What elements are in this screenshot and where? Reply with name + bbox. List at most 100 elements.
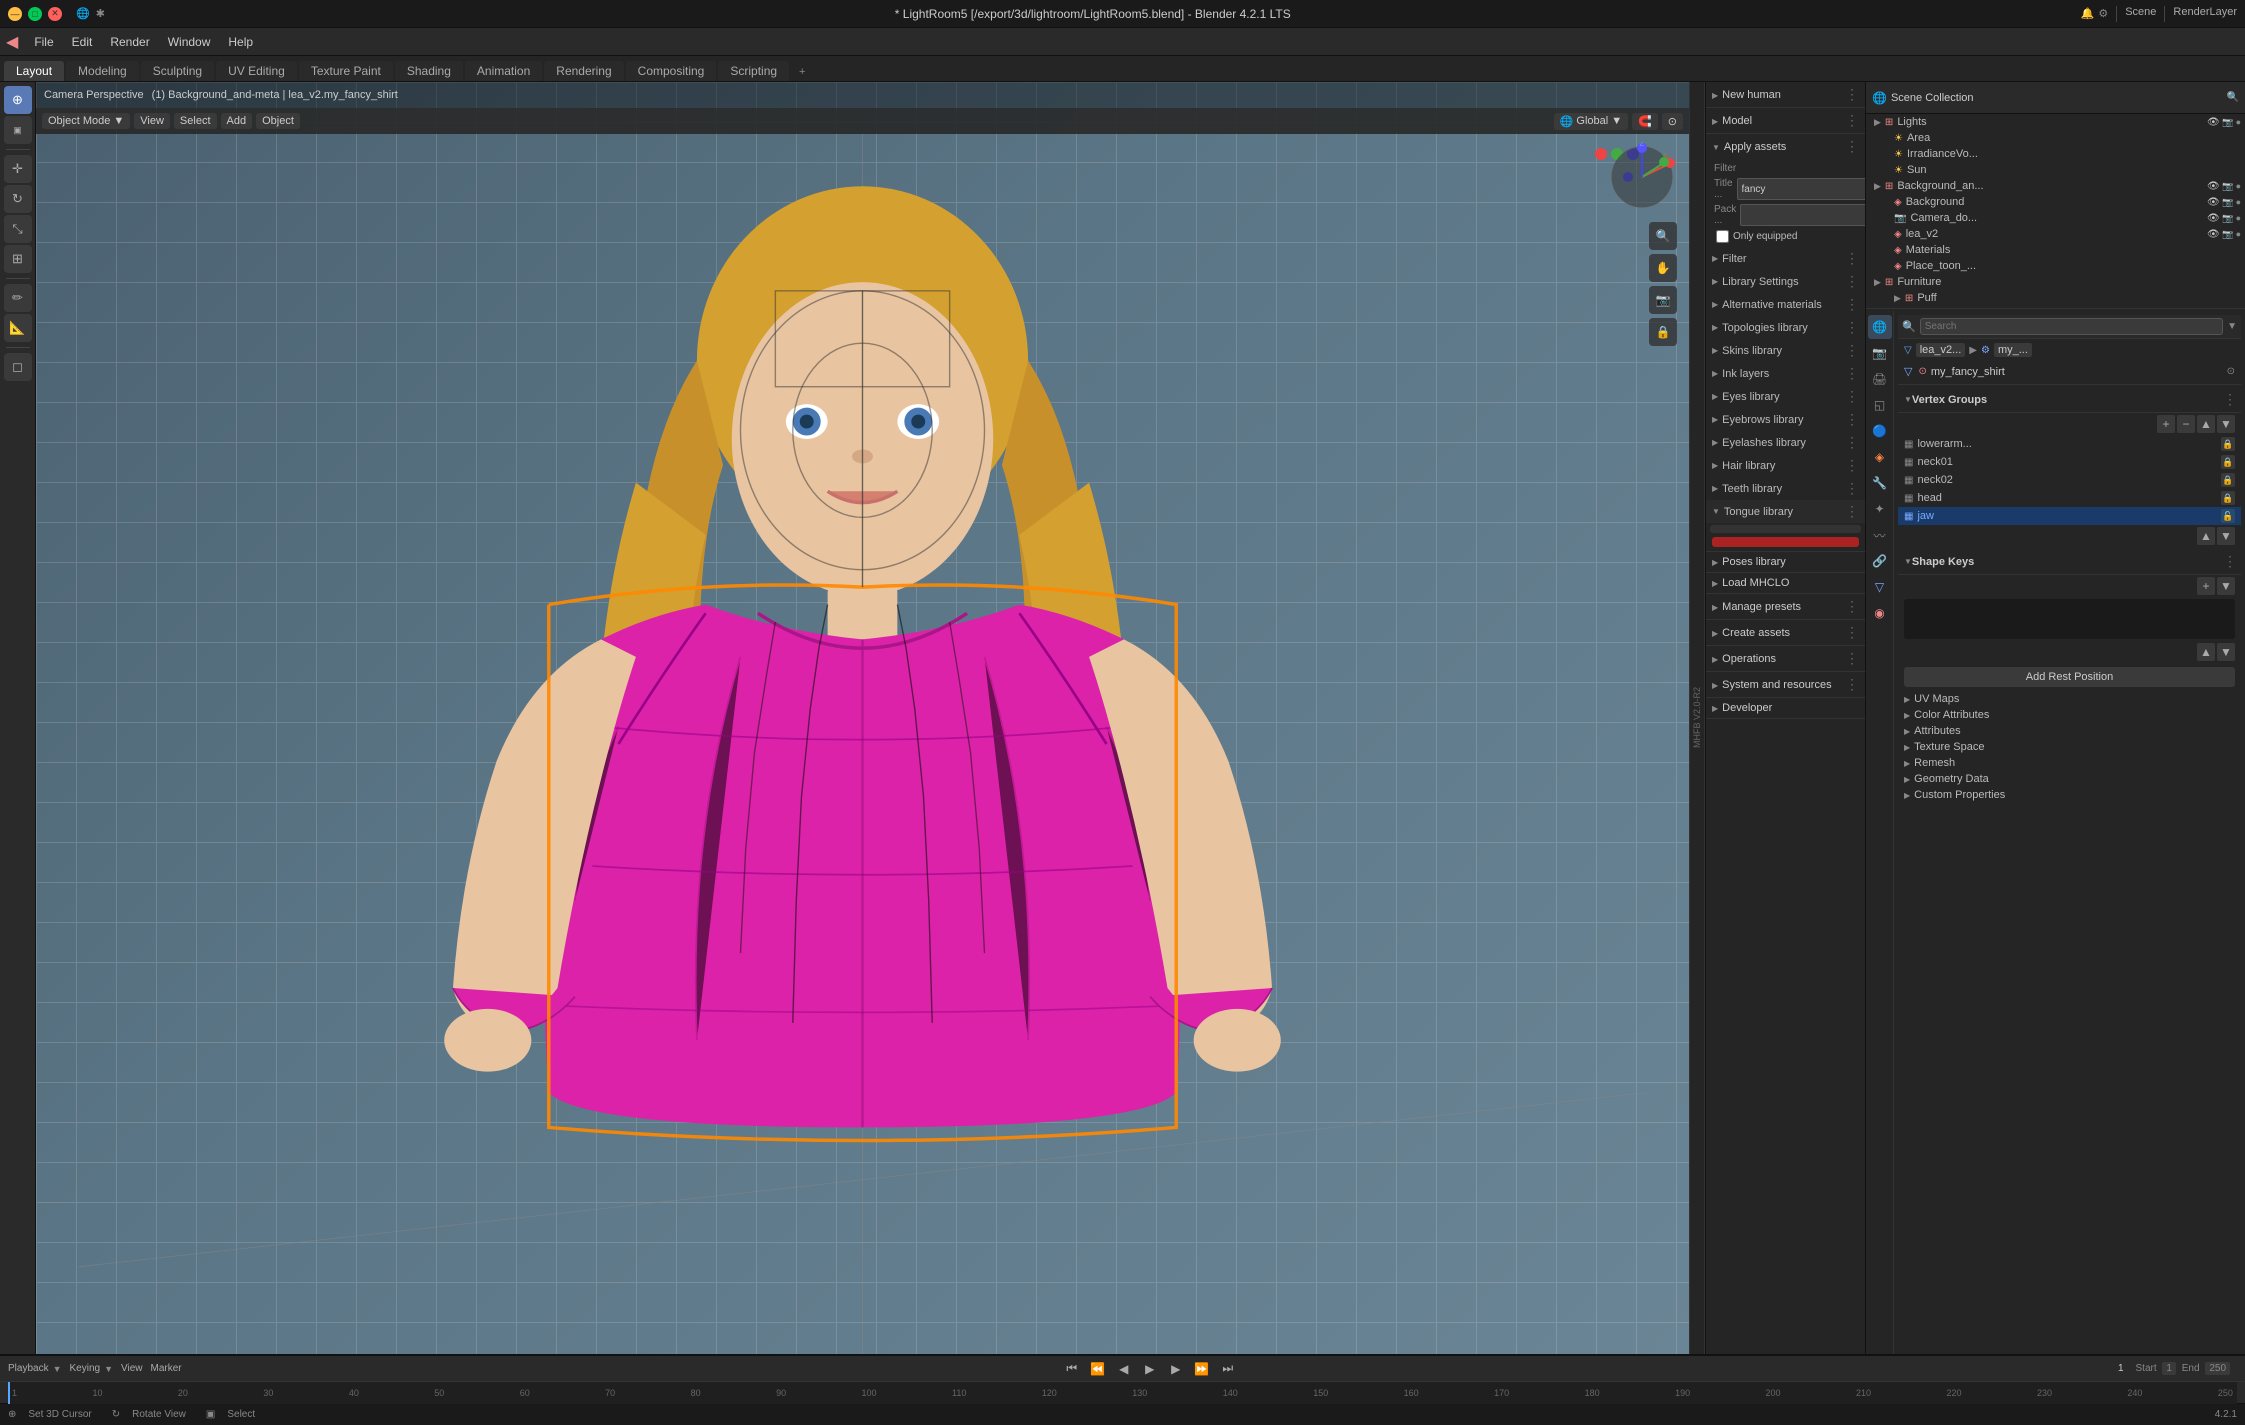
- bg-anim-eye[interactable]: 👁: [2206, 181, 2220, 192]
- camera-button[interactable]: 📷: [1649, 286, 1677, 314]
- vg-up-button[interactable]: ▲: [2197, 415, 2215, 433]
- vg-nav-down[interactable]: ▼: [2217, 527, 2235, 545]
- menu-window[interactable]: Window: [160, 32, 219, 52]
- lights-camera-icon[interactable]: 📷: [2222, 117, 2233, 128]
- jump-start-button[interactable]: ⏮: [1063, 1360, 1081, 1378]
- operations-header[interactable]: Operations: [1706, 646, 1865, 671]
- vg-head[interactable]: ▦ head 🔒: [1898, 489, 2241, 507]
- shape-keys-list-area[interactable]: [1904, 599, 2235, 639]
- clothes-options[interactable]: [1845, 503, 1859, 520]
- cursor-tool[interactable]: ⊕: [4, 86, 32, 114]
- sk-options[interactable]: [2223, 553, 2235, 570]
- vg-jaw-lock[interactable]: 🔓: [2221, 509, 2235, 523]
- background-camera[interactable]: 📷: [2222, 197, 2233, 208]
- scene-bg-anim-row[interactable]: ▶ ⊞ Background_an... 👁 📷 ●: [1866, 178, 2245, 194]
- add-rest-position-button[interactable]: Add Rest Position: [1904, 667, 2235, 687]
- viewport-3d[interactable]: Camera Perspective (1) Background_and-me…: [36, 82, 1689, 1354]
- vg-lowerarm[interactable]: ▦ lowerarm... 🔒: [1898, 435, 2241, 453]
- texture-space-row[interactable]: Texture Space: [1898, 739, 2241, 755]
- add-workspace-button[interactable]: +: [791, 63, 813, 81]
- scene-materials-row[interactable]: ◈ Materials: [1866, 242, 2245, 258]
- navigation-gizmo[interactable]: X Y Z: [1607, 142, 1677, 212]
- view-menu[interactable]: View: [134, 113, 170, 129]
- move-tool[interactable]: ✛: [4, 155, 32, 183]
- tab-animation[interactable]: Animation: [465, 61, 542, 81]
- skins-item[interactable]: Topologies library: [1706, 316, 1865, 339]
- scene-camera-row[interactable]: 📷 Camera_do... 👁 📷 ●: [1866, 210, 2245, 226]
- tab-texture-paint[interactable]: Texture Paint: [299, 61, 393, 81]
- props-view-layer-icon[interactable]: ◱: [1868, 393, 1892, 417]
- props-world-icon[interactable]: 🔵: [1868, 419, 1892, 443]
- scene-furniture-row[interactable]: ▶ ⊞ Furniture: [1866, 274, 2245, 290]
- load-mhclo-header[interactable]: Load MHCLO: [1706, 573, 1865, 593]
- object-name-icon[interactable]: ⊙: [2227, 366, 2235, 377]
- alt-materials-item[interactable]: Library Settings: [1706, 270, 1865, 293]
- vg-down-button[interactable]: ▼: [2217, 415, 2235, 433]
- topologies-options[interactable]: [1845, 296, 1859, 313]
- model-header[interactable]: Model: [1706, 108, 1865, 133]
- lights-render-icon[interactable]: ●: [2236, 117, 2241, 127]
- topologies-item[interactable]: Alternative materials: [1706, 293, 1865, 316]
- vg-head-lock[interactable]: 🔒: [2221, 491, 2235, 505]
- cam-cam-icon[interactable]: 📷: [2222, 213, 2233, 224]
- next-keyframe-button[interactable]: ⏩: [1193, 1360, 1211, 1378]
- sk-nav-down[interactable]: ▼: [2217, 643, 2235, 661]
- eyes-options[interactable]: [1845, 365, 1859, 382]
- eyebrows-options[interactable]: [1845, 388, 1859, 405]
- props-material-icon[interactable]: ◉: [1868, 601, 1892, 625]
- shape-keys-header[interactable]: Shape Keys: [1898, 549, 2241, 575]
- props-modifier-icon[interactable]: 🔧: [1868, 471, 1892, 495]
- eyelashes-item[interactable]: Eyebrows library: [1706, 408, 1865, 431]
- prev-frame-button[interactable]: ◀: [1115, 1360, 1133, 1378]
- lights-eye-icon[interactable]: 👁: [2206, 117, 2220, 128]
- eyes-item[interactable]: Ink layers: [1706, 362, 1865, 385]
- library-settings-item[interactable]: Filter: [1706, 247, 1865, 270]
- alt-materials-options[interactable]: [1845, 273, 1859, 290]
- apply-assets-options[interactable]: [1845, 138, 1859, 155]
- tab-layout[interactable]: Layout: [4, 61, 64, 81]
- vg-lowerarm-lock[interactable]: 🔒: [2221, 437, 2235, 451]
- skins-options[interactable]: [1845, 319, 1859, 336]
- eyelashes-options[interactable]: [1845, 411, 1859, 428]
- scene-filter-icon[interactable]: 🔍: [2227, 92, 2239, 103]
- zoom-button[interactable]: 🔍: [1649, 222, 1677, 250]
- sk-down-button[interactable]: ▼: [2217, 577, 2235, 595]
- sk-add-button[interactable]: +: [2197, 577, 2215, 595]
- manage-presets-header[interactable]: Manage presets: [1706, 594, 1865, 619]
- props-search-input[interactable]: [1920, 318, 2223, 335]
- create-assets-header[interactable]: Create assets: [1706, 620, 1865, 645]
- next-frame-button[interactable]: ▶: [1167, 1360, 1185, 1378]
- object-mode-dropdown[interactable]: Object Mode ▼: [42, 113, 130, 129]
- global-dropdown[interactable]: 🌐Global▼: [1554, 113, 1628, 130]
- orbit-button[interactable]: ✋: [1649, 254, 1677, 282]
- playback-dropdown[interactable]: Playback ▼: [8, 1363, 62, 1374]
- add-menu[interactable]: Add: [221, 113, 253, 129]
- props-constraints-icon[interactable]: 🔗: [1868, 549, 1892, 573]
- play-button[interactable]: ▶: [1141, 1360, 1159, 1378]
- teeth-options[interactable]: [1845, 457, 1859, 474]
- hair-options[interactable]: [1845, 434, 1859, 451]
- tab-uv-editing[interactable]: UV Editing: [216, 61, 297, 81]
- vg-jaw[interactable]: ▦ jaw 🔓: [1898, 507, 2241, 525]
- background-eye[interactable]: 👁: [2206, 197, 2220, 208]
- poses-header[interactable]: Poses library: [1706, 552, 1865, 572]
- vg-nav-up[interactable]: ▲: [2197, 527, 2215, 545]
- breadcrumb-2[interactable]: my_...: [1994, 343, 2032, 357]
- camera-eye[interactable]: 👁: [2206, 213, 2220, 224]
- menu-edit[interactable]: Edit: [64, 32, 101, 52]
- keying-dropdown[interactable]: Keying ▼: [70, 1363, 114, 1374]
- unequip-button[interactable]: [1712, 537, 1859, 547]
- tab-shading[interactable]: Shading: [395, 61, 463, 81]
- measure-tool[interactable]: 📐: [4, 314, 32, 342]
- lea-v2-eye[interactable]: 👁: [2206, 229, 2220, 240]
- props-search-expand[interactable]: ▼: [2227, 321, 2237, 332]
- vg-neck02-lock[interactable]: 🔒: [2221, 473, 2235, 487]
- bg-anim-render[interactable]: ●: [2236, 181, 2241, 191]
- jump-end-button[interactable]: ⏭: [1219, 1360, 1237, 1378]
- scene-puff-row[interactable]: ▶ ⊞ Puff: [1866, 290, 2245, 306]
- lea-v2-camera[interactable]: 📷: [2222, 229, 2233, 240]
- annotate-tool[interactable]: ✏: [4, 284, 32, 312]
- model-options[interactable]: [1845, 112, 1859, 129]
- props-object-icon[interactable]: ◈: [1868, 445, 1892, 469]
- vertex-groups-header[interactable]: Vertex Groups: [1898, 387, 2241, 413]
